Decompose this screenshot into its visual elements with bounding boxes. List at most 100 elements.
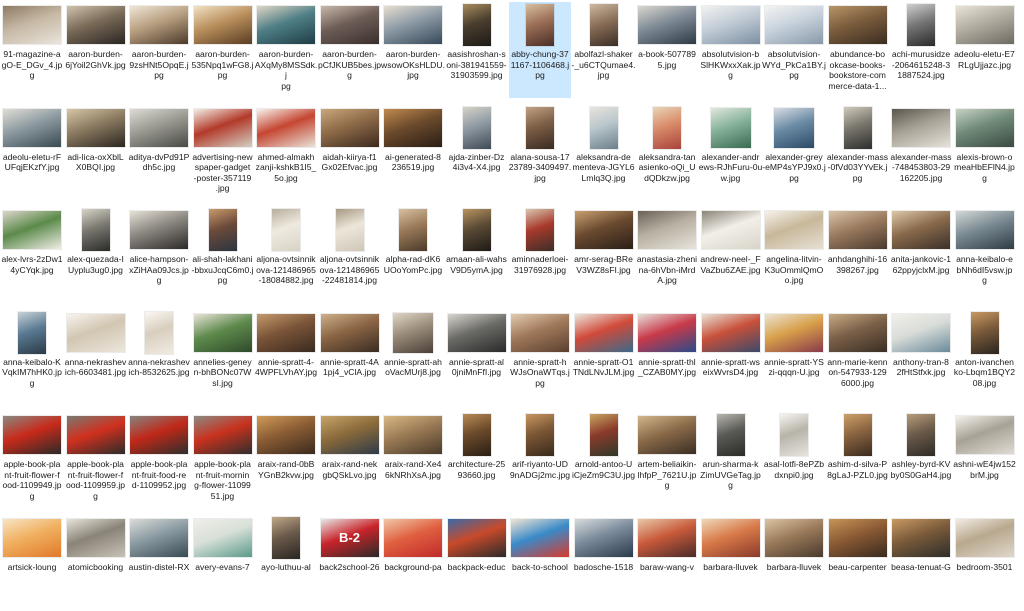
file-item[interactable]: anna-nekrashev ich-6603481.jpg	[65, 310, 127, 406]
file-item[interactable]: araix-rand-nek gbQSkLvo.jpg	[319, 412, 381, 508]
file-item[interactable]: anna-nekrashev ich-8532625.jpg	[128, 310, 190, 406]
file-item[interactable]: ashley-byrd-KV by0S0GaH4.jpg	[890, 412, 952, 508]
file-item[interactable]: achi-murusidze -2064615248-3 1887524.jpg	[890, 2, 952, 98]
file-item[interactable]: angelina-litvin- K3uOmmlQmO o.jpg	[763, 207, 825, 303]
file-item[interactable]: beau-carpenter	[827, 515, 889, 611]
file-item[interactable]: aaron-burden- 9zsHNt5OpqE.j pg	[128, 2, 190, 98]
file-item[interactable]: background-pa	[382, 515, 444, 611]
file-item[interactable]: apple-book-pla nt-fruit-food-re d-1109952.…	[128, 412, 190, 508]
file-name-line: absolutvision-	[767, 49, 821, 59]
file-item[interactable]: abby-chung-37 1167-1106468.j pg	[509, 2, 571, 98]
file-item[interactable]: atomicbooking	[65, 515, 127, 611]
file-item[interactable]: amr-serag-BRe V3WZ8sFI.jpg	[573, 207, 635, 303]
file-item[interactable]: annie-spratt-ws eixWvrsD4.jpg	[700, 310, 762, 406]
file-item[interactable]: artsick-loung	[1, 515, 63, 611]
file-item[interactable]: avery-evans-7	[192, 515, 254, 611]
file-item[interactable]: beasa-tenuat-G	[890, 515, 952, 611]
file-item[interactable]: ashni-wE4jw152 brM.jpg	[953, 412, 1016, 508]
file-item[interactable]: alexander-mass -748453803-29 162205.jpg	[890, 105, 952, 201]
file-thumbnail-frame	[827, 414, 889, 456]
file-item[interactable]: aasishroshan-s oni-381941559- 31903599.jpg	[446, 2, 508, 98]
file-item[interactable]: ali-shah-lakhani -bbxuJcqC6m0.j pg	[191, 207, 254, 303]
file-item[interactable]: ai-generated-8 236519.jpg	[382, 105, 444, 201]
file-item[interactable]: adeolu-eletu-rF UFqjEKzfY.jpg	[1, 105, 63, 201]
file-item[interactable]: alexander-grey -eMP4sYPJ9x0.j pg	[762, 105, 826, 201]
file-item[interactable]: advertising-new spaper-gadget -poster-3571…	[192, 105, 254, 201]
file-item[interactable]: absolutvision-b SlHKWxxXak.jp g	[700, 2, 762, 98]
file-item[interactable]: abolfazl-shaker -_u6CTQumae4. jpg	[572, 2, 636, 98]
file-item[interactable]: bedroom-3501	[954, 515, 1016, 611]
file-item[interactable]: annie-spratt-thl _CZAB0MY.jpg	[636, 310, 698, 406]
file-item[interactable]: alex-lvrs-2zDw1 4yCYqk.jpg	[1, 207, 63, 303]
file-item[interactable]: apple-book-pla nt-fruit-flower-f ood-11099…	[65, 412, 127, 508]
file-item[interactable]: B-2 back2school-26	[319, 515, 381, 611]
file-item[interactable]: anthony-tran-8 2fHtStfxk.jpg	[890, 310, 952, 406]
file-item[interactable]: apple-book-pla nt-fruit-mornin g-flower-11…	[192, 412, 254, 508]
file-item[interactable]: backpack-educ	[446, 515, 508, 611]
file-item[interactable]: annie-spratt-4A 1pj4_vClA.jpg	[319, 310, 381, 406]
file-thumbnail-frame	[65, 414, 127, 456]
file-item[interactable]: annelies-geney n-bhBONc07W sI.jpg	[192, 310, 254, 406]
file-item[interactable]: aditya-dvPd91P dh5c.jpg	[128, 105, 190, 201]
file-item[interactable]: ajda-zinber-Dz 4i3v4-X4.jpg	[446, 105, 508, 201]
file-item[interactable]: alexander-mass -0fVd03YYvEk.j pg	[827, 105, 889, 201]
file-item[interactable]: ann-marie-kenn on-547933-129 6000.jpg	[827, 310, 889, 406]
file-item[interactable]: aleksandra-de menteva-JGYL6 Lmlq3Q.jpg	[572, 105, 635, 201]
file-item[interactable]: alana-sousa-17 23789-3409497. jpg	[509, 105, 571, 201]
file-item[interactable]: araix-rand-0bB YGnB2kvw.jpg	[255, 412, 317, 508]
file-item[interactable]: anton-ivanchen ko-Lbqm1BQY2 08.jpg	[954, 310, 1016, 406]
file-item[interactable]: aaron-burden-wsowOKsHLDU. jpg	[381, 2, 445, 98]
file-item[interactable]: alpha-rad-dK6 UOoYomPc.jpg	[382, 207, 444, 303]
file-item[interactable]: aidah-kiirya-f1 Gx02Efvac.jpg	[319, 105, 381, 201]
file-item[interactable]: ashim-d-silva-P 8gLaJ-PZL0.jpg	[827, 412, 889, 508]
file-item[interactable]: apple-book-pla nt-fruit-flower-f ood-11099…	[1, 412, 63, 508]
file-item[interactable]: annie-spratt-al 0jniMnFfI.jpg	[446, 310, 508, 406]
file-item[interactable]: alex-quezada-I Uyplu3ug0.jpg	[65, 207, 127, 303]
file-item[interactable]: barbara-lluvek	[700, 515, 762, 611]
file-item[interactable]: aminnaderloei- 31976928.jpg	[509, 207, 571, 303]
file-item[interactable]: annie-spratt-4- 4WPFLVhAY.jpg	[255, 310, 317, 406]
file-item[interactable]: annie-spratt-O1 TNdLNvJLM.jpg	[573, 310, 635, 406]
file-item[interactable]: arnold-antoo-U iCjeZm9C3U.jpg	[572, 412, 635, 508]
file-item[interactable]: amaan-ali-wahs V9D5ymA.jpg	[446, 207, 508, 303]
file-item[interactable]: adeolu-eletu-E7 RLgUjjazc.jpg	[954, 2, 1016, 98]
file-item[interactable]: aaron-burden-pCfJKUB5bes.jp g	[318, 2, 381, 98]
file-item[interactable]: alexander-andr ews-RJhFuru-0u w.jpg	[699, 105, 762, 201]
file-item[interactable]: artem-beliaikin-lhfpP_7621U.jp g	[636, 412, 698, 508]
file-item[interactable]: anhdanghihi-16 398267.jpg	[827, 207, 889, 303]
file-item[interactable]: annie-spratt-YS zi-qqqn-U.jpg	[763, 310, 825, 406]
file-item[interactable]: andrew-neel-_F VaZbu6ZAE.jpg	[700, 207, 762, 303]
file-item[interactable]: alice-hampson-xZiHAa09Jcs.jp g	[128, 207, 190, 303]
file-item[interactable]: barbara-lluvek	[763, 515, 825, 611]
file-thumbnail-frame	[1, 517, 63, 559]
file-item[interactable]: anna-keibalo-K VqkIM7hHK0.jp g	[1, 310, 63, 406]
file-item[interactable]: anita-jankovic-1 62ppyjclxM.jpg	[890, 207, 952, 303]
file-item[interactable]: araix-rand-Xe4 6kNRhXsA.jpg	[382, 412, 444, 508]
file-item[interactable]: aaron-burden- 6jYoil2GhVk.jpg	[65, 2, 127, 98]
file-item[interactable]: absolutvision- WYd_PkCa1BY.j pg	[762, 2, 826, 98]
file-item[interactable]: annie-spratt-h WJsOnaWTqs.j pg	[509, 310, 571, 406]
file-item[interactable]: back-to-school	[509, 515, 571, 611]
file-item[interactable]: annie-spratt-ah oVacMUrj8.jpg	[382, 310, 444, 406]
file-item[interactable]: alexis-brown-o meaHbEFlN4.jp g	[954, 105, 1016, 201]
file-item[interactable]: a-book-507789 5.jpg	[636, 2, 698, 98]
file-item[interactable]: asal-lotfi-8ePZb dxnpi0.jpg	[763, 412, 825, 508]
file-item[interactable]: abundance-bo okcase-books-bookstore-com me…	[827, 2, 889, 98]
file-item[interactable]: aaron-burden- AXqMy8MSSdk.j pg	[255, 2, 317, 98]
file-item[interactable]: ahmed-almakh zanji-kshkB1I5_ 5o.jpg	[255, 105, 317, 201]
file-item[interactable]: aaron-burden- 535Npq1wFG8.j pg	[191, 2, 254, 98]
file-item[interactable]: arif-riyanto-UD 9nADGj2mc.jpg	[509, 412, 571, 508]
file-item[interactable]: aljona-ovtsinnik ova-121486965 -22481814.j…	[319, 207, 381, 303]
file-item[interactable]: 91-magazine-a gO-E_DGv_4.jp g	[1, 2, 63, 98]
file-item[interactable]: adi-lica-oxXblL X0BQI.jpg	[65, 105, 127, 201]
file-item[interactable]: arun-sharma-k ZimUVGeTag.jp g	[700, 412, 762, 508]
file-item[interactable]: baraw-wang-v	[636, 515, 698, 611]
file-item[interactable]: aljona-ovtsinnik ova-121486965 -18084882.j…	[255, 207, 317, 303]
file-item[interactable]: ayo-luthuu-al	[255, 515, 317, 611]
file-item[interactable]: badosche-1518	[573, 515, 635, 611]
file-item[interactable]: anastasia-zheni na-6hVbn-iMrd A.jpg	[636, 207, 698, 303]
file-item[interactable]: anna-keibalo-e bNh6dI5vsw.jp g	[954, 207, 1016, 303]
file-item[interactable]: architecture-25 93660.jpg	[446, 412, 508, 508]
file-item[interactable]: austin-distel-RX	[128, 515, 190, 611]
file-item[interactable]: aleksandra-tan asienko-oQi_U dQDkzw.jpg	[636, 105, 698, 201]
